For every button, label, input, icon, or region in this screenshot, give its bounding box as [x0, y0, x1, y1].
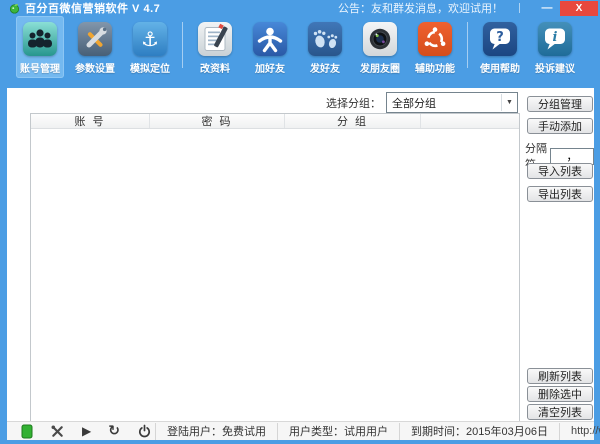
toolbar-label: 参数设置 — [75, 60, 115, 78]
toolbar-label: 发朋友圈 — [360, 60, 400, 78]
import-list-button[interactable]: 导入列表 — [527, 163, 593, 179]
toolbar-label: 投诉建议 — [535, 60, 575, 78]
group-select-dropdown[interactable]: 全部分组 ▼ — [386, 92, 518, 113]
svg-text:i: i — [553, 30, 558, 45]
toolbar-label: 账号管理 — [20, 60, 60, 78]
manual-add-button[interactable]: 手动添加 — [527, 118, 593, 134]
toolbar-separator — [467, 22, 468, 68]
titlebar-divider — [519, 3, 520, 13]
toolbar-item-send-friends[interactable]: 发好友 — [301, 16, 349, 78]
notepad-pencil-icon — [198, 22, 232, 56]
main-content: 选择分组： 全部分组 ▼ 账 号 密 码 分 组 分组管理 手动添加 分隔符 导… — [7, 88, 594, 440]
separator-input[interactable] — [550, 148, 594, 165]
toolbar-label: 加好友 — [255, 60, 285, 78]
anchor-icon: ⚓ — [133, 22, 167, 56]
person-icon — [253, 22, 287, 56]
svg-text:?: ? — [496, 30, 504, 45]
toolbar-separator — [182, 22, 183, 68]
ubuntu-circle-icon — [418, 22, 452, 56]
account-table[interactable]: 账 号 密 码 分 组 — [30, 113, 520, 423]
toolbar-item-edit-profile[interactable]: 改资料 — [191, 16, 239, 78]
close-button[interactable]: X — [560, 1, 598, 16]
toolbar-item-post-moments[interactable]: 发朋友圈 — [356, 16, 404, 78]
wrench-icon — [78, 22, 112, 56]
paw-prints-icon — [308, 22, 342, 56]
toolbar-item-account-manage[interactable]: 账号管理 — [16, 16, 64, 78]
expire-date-text: 到期时间：2015年03月06日 — [400, 423, 559, 439]
column-header-group[interactable]: 分 组 — [285, 114, 421, 128]
website-url-text[interactable]: http://www.100ruanjian.com/ — [560, 425, 600, 437]
question-bubble-icon: ? — [483, 22, 517, 56]
info-bubble-icon: i — [538, 22, 572, 56]
column-header-password[interactable]: 密 码 — [150, 114, 285, 128]
export-list-button[interactable]: 导出列表 — [527, 186, 593, 202]
table-body-empty[interactable] — [31, 129, 519, 422]
app-logo-icon — [9, 3, 20, 14]
column-header-empty — [421, 114, 519, 128]
main-toolbar: 账号管理 参数设置 ⚓ 模拟定位 — [0, 16, 600, 88]
start-icon[interactable]: ▶ — [82, 423, 91, 439]
people-icon — [23, 22, 57, 56]
power-icon[interactable] — [137, 423, 152, 439]
status-icon-group: ▶ ↻ — [7, 423, 155, 439]
title-bar: 百分百微信营销软件 V 4.7 公告：友和群发消息，欢迎试用！ — X — [0, 0, 600, 16]
window-title: 百分百微信营销软件 V 4.7 — [25, 0, 160, 16]
toolbar-label: 辅助功能 — [415, 60, 455, 78]
toolbar-item-feedback[interactable]: i 投诉建议 — [531, 16, 579, 78]
group-select-value: 全部分组 — [387, 95, 501, 111]
status-online-icon[interactable] — [21, 423, 33, 439]
toolbar-item-assist-tools[interactable]: 辅助功能 — [411, 16, 459, 78]
table-header: 账 号 密 码 分 组 — [31, 114, 519, 129]
clear-list-button[interactable]: 清空列表 — [527, 404, 593, 420]
toolbar-item-settings[interactable]: 参数设置 — [71, 16, 119, 78]
announcement-text: 公告：友和群发消息，欢迎试用！ — [338, 0, 503, 16]
login-user-text: 登陆用户：免费试用 — [156, 423, 277, 439]
camera-lens-icon — [363, 22, 397, 56]
refresh-list-button[interactable]: 刷新列表 — [527, 368, 593, 384]
refresh-icon[interactable]: ↻ — [108, 423, 120, 439]
toolbar-label: 改资料 — [200, 60, 230, 78]
toolbar-label: 发好友 — [310, 60, 340, 78]
toolbar-label: 使用帮助 — [480, 60, 520, 78]
user-type-text: 用户类型：试用用户 — [278, 423, 399, 439]
minimize-button[interactable]: — — [534, 1, 560, 15]
toolbar-item-add-friends[interactable]: 加好友 — [246, 16, 294, 78]
delete-selected-button[interactable]: 删除选中 — [527, 386, 593, 402]
group-manage-button[interactable]: 分组管理 — [527, 96, 593, 112]
group-filter-label: 选择分组： — [326, 95, 381, 111]
tools-icon[interactable] — [50, 423, 65, 439]
group-filter-row: 选择分组： 全部分组 ▼ — [7, 92, 518, 113]
toolbar-label: 模拟定位 — [130, 60, 170, 78]
column-header-account[interactable]: 账 号 — [31, 114, 150, 128]
status-bar: ▶ ↻ 登陆用户：免费试用 用户类型：试用用户 到期时间：2015年03月06日… — [7, 421, 594, 440]
app-window: 百分百微信营销软件 V 4.7 公告：友和群发消息，欢迎试用！ — X 账号管理 — [0, 0, 600, 444]
chevron-down-icon: ▼ — [501, 94, 517, 111]
toolbar-item-location[interactable]: ⚓ 模拟定位 — [126, 16, 174, 78]
toolbar-item-help[interactable]: ? 使用帮助 — [476, 16, 524, 78]
